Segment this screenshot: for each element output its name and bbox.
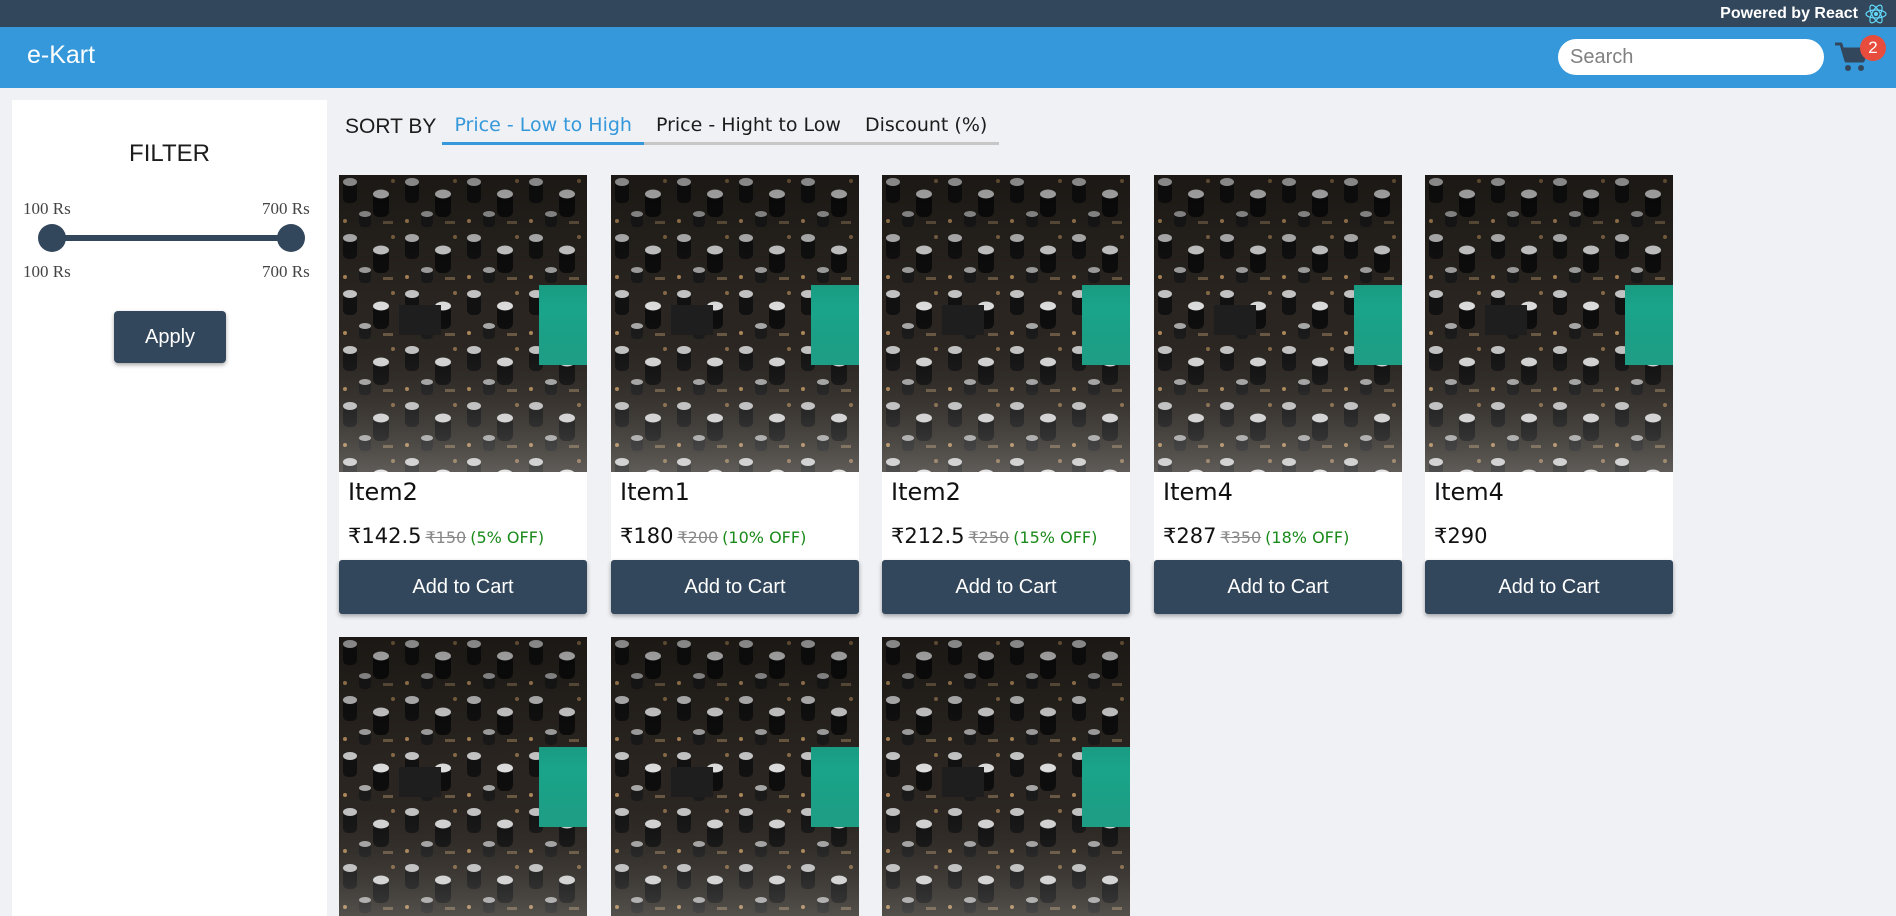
add-to-cart-button[interactable]: Add to Cart bbox=[611, 560, 859, 614]
product-name[interactable]: Item2 bbox=[339, 472, 587, 514]
product-original-price: ₹200 bbox=[677, 528, 719, 547]
product-price-row: ₹212.5 ₹250 (15% OFF) bbox=[882, 514, 1130, 554]
product-card bbox=[339, 637, 587, 916]
product-card: Item4 ₹287 ₹350 (18% OFF) Add to Cart bbox=[1154, 175, 1402, 614]
filter-panel: FILTER 100 Rs 700 Rs 100 Rs 700 Rs Apply bbox=[12, 100, 327, 916]
sort-price-low-to-high[interactable]: Price - Low to High bbox=[442, 114, 644, 145]
product-card: Item2 ₹212.5 ₹250 (15% OFF) Add to Cart bbox=[882, 175, 1130, 614]
product-image[interactable] bbox=[1154, 175, 1402, 472]
max-price-value: 700 Rs bbox=[262, 262, 310, 281]
react-icon bbox=[1864, 2, 1888, 26]
product-image[interactable] bbox=[1425, 175, 1673, 472]
min-price-value: 100 Rs bbox=[23, 262, 71, 281]
powered-by-text: Powered by React bbox=[1720, 4, 1858, 22]
product-price: ₹180 bbox=[620, 524, 674, 548]
product-original-price: ₹250 bbox=[968, 528, 1010, 547]
product-price: ₹212.5 bbox=[891, 524, 965, 548]
product-original-price: ₹150 bbox=[425, 528, 467, 547]
max-price-handle[interactable] bbox=[277, 224, 305, 252]
product-image[interactable] bbox=[611, 175, 859, 472]
product-price-row: ₹142.5 ₹150 (5% OFF) bbox=[339, 514, 587, 554]
product-image[interactable] bbox=[339, 175, 587, 472]
header: e-Kart bbox=[0, 27, 1896, 88]
product-original-price: ₹350 bbox=[1220, 528, 1262, 547]
add-to-cart-button[interactable]: Add to Cart bbox=[1154, 560, 1402, 614]
sort-by-label: SORT BY bbox=[345, 115, 437, 138]
add-to-cart-button[interactable]: Add to Cart bbox=[1425, 560, 1673, 614]
top-strip: Powered by React bbox=[0, 0, 1896, 27]
product-image[interactable] bbox=[611, 637, 859, 916]
product-image[interactable] bbox=[882, 637, 1130, 916]
sort-price-high-to-low[interactable]: Price - Hight to Low bbox=[644, 114, 853, 142]
product-price: ₹290 bbox=[1434, 524, 1488, 548]
product-price-row: ₹287 ₹350 (18% OFF) bbox=[1154, 514, 1402, 554]
product-card bbox=[611, 637, 859, 916]
product-discount: (5% OFF) bbox=[470, 528, 545, 547]
product-price: ₹287 bbox=[1163, 524, 1217, 548]
filter-title: FILTER bbox=[129, 140, 210, 167]
min-price-label: 100 Rs bbox=[23, 199, 71, 218]
product-name[interactable]: Item4 bbox=[1154, 472, 1402, 514]
product-discount: (15% OFF) bbox=[1013, 528, 1098, 547]
product-card: Item1 ₹180 ₹200 (10% OFF) Add to Cart bbox=[611, 175, 859, 614]
cart-count-badge: 2 bbox=[1860, 35, 1886, 61]
min-price-handle[interactable] bbox=[38, 224, 66, 252]
apply-button[interactable]: Apply bbox=[114, 311, 226, 363]
brand-logo[interactable]: e-Kart bbox=[27, 41, 95, 70]
sort-bar: SORT BY Price - Low to High Price - High… bbox=[345, 110, 1000, 145]
sort-discount[interactable]: Discount (%) bbox=[853, 114, 999, 142]
product-discount: (18% OFF) bbox=[1265, 528, 1350, 547]
add-to-cart-button[interactable]: Add to Cart bbox=[882, 560, 1130, 614]
add-to-cart-button[interactable]: Add to Cart bbox=[339, 560, 587, 614]
sort-tabs: Price - Low to High Price - Hight to Low… bbox=[442, 114, 1000, 145]
product-card: Item4 ₹290 Add to Cart bbox=[1425, 175, 1673, 614]
product-image[interactable] bbox=[882, 175, 1130, 472]
max-price-label: 700 Rs bbox=[262, 199, 310, 218]
product-name[interactable]: Item1 bbox=[611, 472, 859, 514]
product-name[interactable]: Item4 bbox=[1425, 472, 1673, 514]
product-name[interactable]: Item2 bbox=[882, 472, 1130, 514]
product-card: Item2 ₹142.5 ₹150 (5% OFF) Add to Cart bbox=[339, 175, 587, 614]
search-input[interactable] bbox=[1558, 39, 1824, 75]
product-card bbox=[882, 637, 1130, 916]
product-price-row: ₹290 bbox=[1425, 514, 1673, 554]
product-price-row: ₹180 ₹200 (10% OFF) bbox=[611, 514, 859, 554]
price-slider-track[interactable] bbox=[51, 235, 291, 241]
product-price: ₹142.5 bbox=[348, 524, 422, 548]
product-discount: (10% OFF) bbox=[722, 528, 807, 547]
product-image[interactable] bbox=[339, 637, 587, 916]
